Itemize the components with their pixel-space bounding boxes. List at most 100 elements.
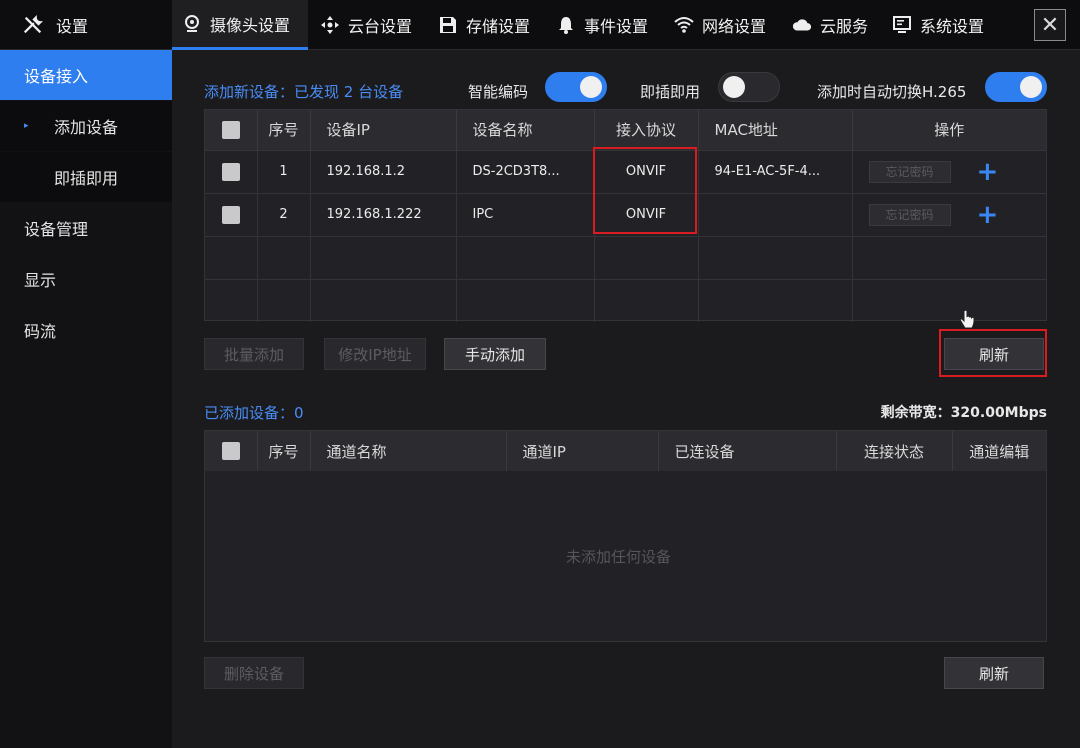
table-header-row: 序号 通道名称 通道IP 已连设备 连接状态 通道编辑 xyxy=(205,431,1046,471)
forgot-password-button[interactable]: 忘记密码 xyxy=(868,203,951,226)
row-checkbox[interactable] xyxy=(221,205,240,224)
sidebar-item-label: 添加设备 xyxy=(54,118,119,137)
add-icon[interactable]: + xyxy=(977,159,999,185)
empty-cell xyxy=(205,278,258,322)
tab-label: 网络设置 xyxy=(702,17,767,36)
bell-icon xyxy=(559,17,573,34)
tools-icon xyxy=(23,15,43,34)
empty-list-message: 未添加任何设备 xyxy=(566,548,672,566)
sidebar-item-device-management[interactable]: 设备管理 xyxy=(0,203,172,253)
column-header: 已连设备 xyxy=(658,431,837,471)
column-header: 序号 xyxy=(257,110,311,150)
sidebar-item-label: 显示 xyxy=(24,271,57,290)
tab-label: 云台设置 xyxy=(348,17,413,36)
column-header: 设备IP xyxy=(310,110,457,150)
row-select-cell[interactable] xyxy=(205,192,258,236)
empty-cell xyxy=(594,235,699,279)
empty-cell xyxy=(310,278,457,322)
tab-ptz-settings[interactable]: 云台设置 xyxy=(310,0,422,50)
empty-cell xyxy=(257,235,311,279)
cell-actions: 忘记密码 + xyxy=(852,192,1046,236)
close-icon: ✕ xyxy=(1040,12,1060,38)
tab-event-settings[interactable]: 事件设置 xyxy=(546,0,658,50)
empty-cell xyxy=(257,278,311,322)
toggle-knob xyxy=(1020,76,1042,98)
auto-h265-toggle[interactable] xyxy=(985,72,1047,102)
sidebar-item-label: 码流 xyxy=(24,322,57,341)
cell-no: 2 xyxy=(257,192,311,236)
table-row-empty xyxy=(205,235,1046,279)
refresh-added-button[interactable]: 刷新 xyxy=(944,657,1044,689)
cell-mac xyxy=(698,192,853,236)
sidebar-item-label: 设备接入 xyxy=(24,67,89,86)
smart-encoding-label: 智能编码 xyxy=(468,83,529,101)
empty-cell xyxy=(205,235,258,279)
auto-h265-label: 添加时自动切换H.265 xyxy=(817,83,967,101)
cell-actions: 忘记密码 + xyxy=(852,149,1046,193)
brand-label: 设置 xyxy=(56,17,89,36)
table-header-row: 序号 设备IP 设备名称 接入协议 MAC地址 操作 xyxy=(205,110,1046,150)
sidebar-item-stream[interactable]: 码流 xyxy=(0,305,172,355)
tab-label: 摄像头设置 xyxy=(210,15,291,35)
tab-cloud-service[interactable]: 云服务 xyxy=(782,0,878,50)
forgot-password-button[interactable]: 忘记密码 xyxy=(868,160,951,183)
delete-device-button[interactable]: 删除设备 xyxy=(204,657,304,689)
empty-cell xyxy=(310,235,457,279)
tab-system-settings[interactable]: 系统设置 xyxy=(882,0,994,50)
select-all-cell[interactable] xyxy=(205,110,258,150)
cell-mac: 94-E1-AC-5F-4... xyxy=(698,149,853,193)
select-all-checkbox[interactable] xyxy=(221,121,240,139)
ptz-icon xyxy=(321,16,339,34)
smart-encoding-toggle[interactable] xyxy=(545,72,607,102)
column-header: 连接状态 xyxy=(836,431,953,471)
refresh-highlight-box xyxy=(939,329,1047,377)
tab-network-settings[interactable]: 网络设置 xyxy=(664,0,776,50)
toggle-knob xyxy=(580,76,602,98)
main-content: 添加新设备：已发现 2 台设备 智能编码 即插即用 添加时自动切换H.265 序… xyxy=(172,50,1080,748)
added-devices-table: 序号 通道名称 通道IP 已连设备 连接状态 通道编辑 xyxy=(204,430,1047,642)
plug-and-play-toggle[interactable] xyxy=(718,72,780,102)
tab-label: 事件设置 xyxy=(584,17,649,36)
cell-device-name: IPC xyxy=(456,192,595,236)
cell-no: 1 xyxy=(257,149,311,193)
batch-add-button[interactable]: 批量添加 xyxy=(204,338,304,370)
tab-storage-settings[interactable]: 存储设置 xyxy=(428,0,540,50)
empty-cell xyxy=(852,235,1046,279)
add-icon[interactable]: + xyxy=(977,202,999,228)
column-header: 通道IP xyxy=(506,431,659,471)
sidebar-item-plug-and-play[interactable]: 即插即用 xyxy=(0,152,172,202)
sidebar-item-display[interactable]: 显示 xyxy=(0,254,172,304)
camera-icon xyxy=(185,14,199,32)
wifi-icon xyxy=(674,17,694,33)
sidebar: 设备接入 ▸ 添加设备 即插即用 设备管理 显示 码流 xyxy=(0,50,172,748)
row-checkbox[interactable] xyxy=(221,162,240,181)
discovered-devices-title: 添加新设备：已发现 2 台设备 xyxy=(204,83,404,101)
select-all-cell[interactable] xyxy=(205,431,258,471)
sidebar-item-add-device[interactable]: ▸ 添加设备 xyxy=(0,101,172,151)
column-header: 通道名称 xyxy=(310,431,507,471)
cell-ip: 192.168.1.222 xyxy=(310,192,457,236)
empty-cell xyxy=(698,235,853,279)
column-header: 通道编辑 xyxy=(952,431,1046,471)
sidebar-item-label: 即插即用 xyxy=(54,169,119,188)
column-header: 设备名称 xyxy=(456,110,595,150)
tab-camera-settings[interactable]: 摄像头设置 xyxy=(172,0,308,50)
empty-cell xyxy=(456,278,595,322)
plug-and-play-label: 即插即用 xyxy=(640,83,701,101)
modify-ip-button[interactable]: 修改IP地址 xyxy=(324,338,426,370)
cell-device-name: DS-2CD3T8... xyxy=(456,149,595,193)
monitor-icon xyxy=(893,16,911,33)
top-bar: 设置 摄像头设置 云台设置 存储设置 事件设置 网络设置 云服务 系统设置 ✕ xyxy=(0,0,1080,50)
select-all-checkbox[interactable] xyxy=(221,442,240,461)
sidebar-item-device-access[interactable]: 设备接入 xyxy=(0,50,172,100)
column-header: 接入协议 xyxy=(594,110,699,150)
empty-cell xyxy=(852,278,1046,322)
empty-cell xyxy=(456,235,595,279)
manual-add-button[interactable]: 手动添加 xyxy=(444,338,546,370)
sidebar-item-label: 设备管理 xyxy=(24,220,89,239)
close-button[interactable]: ✕ xyxy=(1034,9,1066,41)
row-select-cell[interactable] xyxy=(205,149,258,193)
empty-cell xyxy=(594,278,699,322)
tab-label: 存储设置 xyxy=(466,17,531,36)
column-header: 序号 xyxy=(257,431,311,471)
